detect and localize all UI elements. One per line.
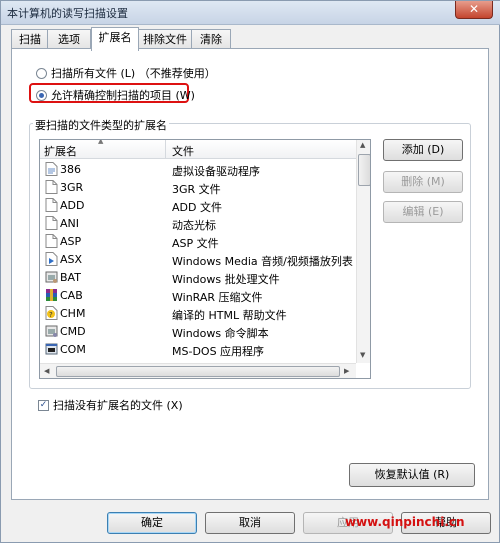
scroll-down-icon[interactable]: ▼ xyxy=(360,351,365,359)
extension-name: COM xyxy=(60,343,86,356)
help-file-icon: ? xyxy=(45,306,58,320)
column-header-file[interactable]: 文件 xyxy=(172,143,194,159)
file-type-description: Windows Media 音频/视频播放列表 xyxy=(172,255,353,268)
scroll-left-icon[interactable]: ◀ xyxy=(44,367,49,375)
list-header: ▲ 扩展名 文件 xyxy=(40,140,356,159)
horizontal-scrollbar[interactable]: ◀ ▶ xyxy=(40,363,356,378)
extension-name: CAB xyxy=(60,289,83,302)
scroll-up-icon[interactable]: ▲ xyxy=(360,141,365,149)
extension-name: 3GR xyxy=(60,181,84,194)
tab-clean[interactable]: 清除 xyxy=(191,29,231,50)
dos-app-icon xyxy=(45,343,58,355)
file-type-description: 3GR 文件 xyxy=(172,183,221,196)
extension-name: ADD xyxy=(60,199,85,212)
list-item[interactable]: ADD ADD 文件 xyxy=(40,196,356,214)
file-type-description: ASP 文件 xyxy=(172,237,219,250)
extension-name: ASP xyxy=(60,235,82,248)
file-type-description: MS-DOS 应用程序 xyxy=(172,345,265,358)
file-type-description: WinRAR 压缩文件 xyxy=(172,291,263,304)
blank-file-icon xyxy=(45,234,58,248)
vertical-scroll-thumb[interactable] xyxy=(358,154,370,186)
tab-scan[interactable]: 扫描 xyxy=(11,29,49,50)
file-type-description: 虚拟设备驱动程序 xyxy=(172,165,260,178)
file-type-description: 编译的 HTML 帮助文件 xyxy=(172,309,287,322)
blank-file-icon xyxy=(45,216,58,230)
list-item[interactable]: CAB WinRAR 压缩文件 xyxy=(40,286,356,304)
list-item[interactable]: 3GR 3GR 文件 xyxy=(40,178,356,196)
extension-name: 386 xyxy=(60,163,81,176)
list-item[interactable]: ASX Windows Media 音频/视频播放列表 xyxy=(40,250,356,268)
extension-name: CMD xyxy=(60,325,86,338)
file-type-description: 动态光标 xyxy=(172,219,216,232)
blank-file-icon xyxy=(45,180,58,194)
column-divider[interactable] xyxy=(165,140,166,159)
command-script-icon xyxy=(45,325,58,337)
sort-arrow-icon: ▲ xyxy=(98,139,104,145)
list-item[interactable]: ? CHM 编译的 HTML 帮助文件 xyxy=(40,304,356,322)
list-item[interactable]: 386 虚拟设备驱动程序 xyxy=(40,160,356,178)
list-item[interactable]: BAT Windows 批处理文件 xyxy=(40,268,356,286)
list-item[interactable]: ASP ASP 文件 xyxy=(40,232,356,250)
document-icon xyxy=(45,162,58,176)
site-watermark: www.qinpinchi.cn xyxy=(345,515,465,529)
file-type-description: Windows 批处理文件 xyxy=(172,273,280,286)
extension-name: CHM xyxy=(60,307,86,320)
window-title: 本计算机的读写扫描设置 xyxy=(7,7,128,20)
radio-button[interactable] xyxy=(36,67,47,79)
restore-defaults-button[interactable]: 恢复默认值 (R) xyxy=(349,463,475,487)
list-item[interactable]: COM MS-DOS 应用程序 xyxy=(40,340,356,358)
ok-button[interactable]: 确定 xyxy=(107,512,197,534)
svg-text:?: ? xyxy=(49,311,53,319)
scan-no-extension-checkbox[interactable]: ✓ 扫描没有扩展名的文件 (X) xyxy=(38,397,183,413)
radio-scan-all-label: 扫描所有文件 (L) （不推荐使用） xyxy=(51,67,216,80)
horizontal-scroll-thumb[interactable] xyxy=(56,366,340,377)
title-bar: 本计算机的读写扫描设置 ✕ xyxy=(1,1,500,25)
radio-allow-control[interactable]: 允许精确控制扫描的项目 (W) xyxy=(36,87,195,103)
media-playlist-icon xyxy=(45,252,58,266)
extension-name: ANI xyxy=(60,217,79,230)
tab-extensions[interactable]: 扩展名 xyxy=(91,27,139,51)
tab-exclude-files[interactable]: 排除文件 xyxy=(137,29,193,50)
radio-button-selected[interactable] xyxy=(36,89,47,101)
extension-name: BAT xyxy=(60,271,81,284)
dialog-window: 本计算机的读写扫描设置 ✕ 扫描 选项 扩展名 排除文件 清除 扫描所有文件 (… xyxy=(0,0,500,543)
checkbox-checked[interactable]: ✓ xyxy=(38,399,49,411)
radio-scan-all-files[interactable]: 扫描所有文件 (L) （不推荐使用） xyxy=(36,65,216,81)
list-item[interactable]: CMD Windows 命令脚本 xyxy=(40,322,356,340)
group-label: 要扫描的文件类型的扩展名 xyxy=(33,117,169,133)
checkbox-label: 扫描没有扩展名的文件 (X) xyxy=(53,399,183,412)
winrar-archive-icon xyxy=(46,289,57,301)
close-button[interactable]: ✕ xyxy=(455,1,493,19)
remove-button[interactable]: 删除 (M) xyxy=(383,171,463,193)
file-type-description: Windows 命令脚本 xyxy=(172,327,269,340)
cancel-button[interactable]: 取消 xyxy=(205,512,295,534)
batch-file-icon xyxy=(45,271,58,283)
vertical-scrollbar[interactable]: ▲ ▼ xyxy=(356,140,370,363)
scroll-right-icon[interactable]: ▶ xyxy=(344,367,349,375)
radio-allow-control-label: 允许精确控制扫描的项目 (W) xyxy=(51,89,195,102)
column-header-extension[interactable]: 扩展名 xyxy=(44,143,77,159)
list-item[interactable]: ANI 动态光标 xyxy=(40,214,356,232)
add-button[interactable]: 添加 (D) xyxy=(383,139,463,161)
tab-options[interactable]: 选项 xyxy=(47,29,91,50)
extension-name: ASX xyxy=(60,253,83,266)
file-type-description: ADD 文件 xyxy=(172,201,222,214)
blank-file-icon xyxy=(45,198,58,212)
extensions-list[interactable]: ▲ 扩展名 文件 386 虚拟设备驱动程序 3GR 3GR 文件 ADD ADD… xyxy=(39,139,371,379)
edit-button[interactable]: 编辑 (E) xyxy=(383,201,463,223)
